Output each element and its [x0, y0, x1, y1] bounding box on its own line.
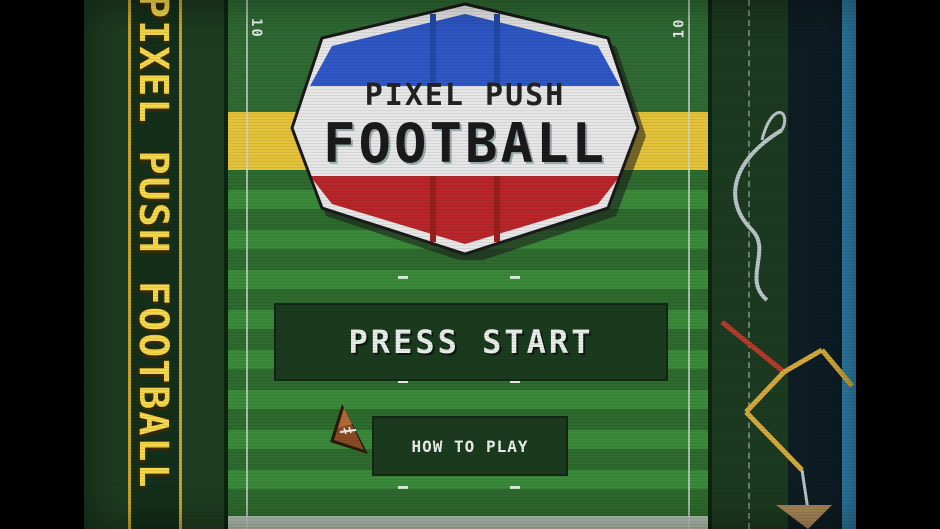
sideline-right	[688, 0, 690, 529]
field-bottom-line	[228, 516, 708, 529]
sideline-left	[246, 0, 248, 529]
football-cursor-icon	[330, 404, 368, 454]
hash-mark	[510, 486, 520, 489]
logo-title-bottom: FOOTBALL	[322, 112, 608, 175]
field-stripe	[228, 390, 708, 409]
left-banner: PIXEL PUSH FOOTBALL	[84, 0, 224, 529]
goalpost-icon	[720, 111, 854, 529]
side-banner-title: PIXEL PUSH FOOTBALL	[130, 0, 176, 490]
how-to-play-label: HOW TO PLAY	[411, 436, 529, 456]
game-logo: PIXEL PUSH FOOTBALL	[280, 0, 650, 264]
press-start-label: PRESS START	[348, 323, 594, 361]
yard-marker-right: 10	[671, 17, 688, 39]
field-stripe	[228, 270, 708, 289]
yard-marker-left: 10	[248, 18, 264, 39]
hash-mark	[398, 486, 408, 489]
hash-mark	[398, 276, 408, 279]
game-screen: PIXEL PUSH FOOTBALL 10 10 PIXEL PUSH FOO…	[84, 0, 856, 529]
hash-mark	[510, 276, 520, 279]
how-to-play-button[interactable]: HOW TO PLAY	[372, 416, 568, 476]
logo-title-top: PIXEL PUSH	[364, 78, 566, 113]
right-decor-panel	[712, 0, 856, 529]
press-start-button[interactable]: PRESS START	[274, 303, 668, 381]
